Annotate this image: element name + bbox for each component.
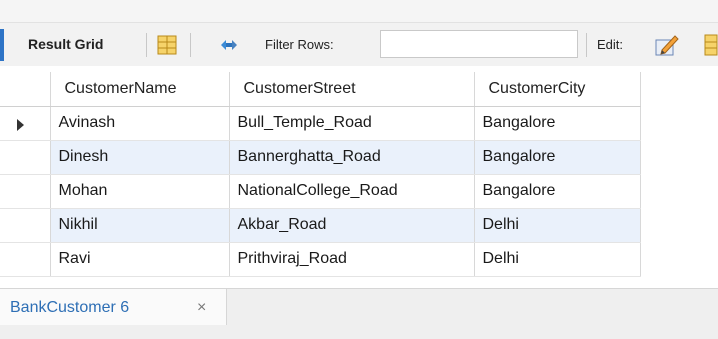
result-toolbar: Result Grid Filter Rows: Edit: [0,22,718,66]
refresh-icon[interactable] [218,35,240,55]
cell-customer-street[interactable]: Bull_Temple_Road [229,106,475,141]
table-row[interactable]: Avinash Bull_Temple_Road Bangalore [0,106,641,141]
table-row[interactable]: Nikhil Akbar_Road Delhi [0,208,641,243]
edit-label: Edit: [597,37,624,52]
result-grid[interactable]: CustomerName CustomerStreet CustomerCity… [0,66,718,288]
current-row-arrow-icon [17,118,24,131]
cell-customer-name[interactable]: Ravi [50,242,230,277]
tab-bankcustomer-6[interactable]: BankCustomer 6 × [0,289,227,325]
row-indicator[interactable] [0,174,51,209]
cell-customer-street[interactable]: Prithviraj_Road [229,242,475,277]
result-table: CustomerName CustomerStreet CustomerCity… [0,72,641,277]
result-grid-label[interactable]: Result Grid [28,36,103,52]
tab-label: BankCustomer 6 [10,299,130,316]
grid-icon[interactable] [157,35,177,55]
row-indicator[interactable] [0,242,51,277]
row-indicator[interactable] [0,140,51,175]
cell-customer-name[interactable]: Nikhil [50,208,230,243]
cell-customer-city[interactable]: Delhi [474,242,641,277]
result-tab-bar: BankCustomer 6 × [0,288,718,339]
toolbar-edge [0,29,4,61]
toolbar-separator [190,33,191,57]
grid-settings-icon[interactable] [704,33,718,57]
cell-customer-name[interactable]: Mohan [50,174,230,209]
edit-icon[interactable] [654,32,680,58]
row-indicator[interactable] [0,208,51,243]
filter-rows-label: Filter Rows: [265,37,334,52]
header-row: CustomerName CustomerStreet CustomerCity [0,72,641,107]
cell-customer-city[interactable]: Bangalore [474,174,641,209]
table-row[interactable]: Dinesh Bannerghatta_Road Bangalore [0,140,641,175]
toolbar-separator [586,33,587,57]
close-icon[interactable]: × [197,299,206,317]
cell-customer-name[interactable]: Dinesh [50,140,230,175]
table-row[interactable]: Mohan NationalCollege_Road Bangalore [0,174,641,209]
cell-customer-street[interactable]: Bannerghatta_Road [229,140,475,175]
filter-rows-input[interactable] [380,30,578,58]
cell-customer-city[interactable]: Bangalore [474,106,641,141]
table-row[interactable]: Ravi Prithviraj_Road Delhi [0,242,641,277]
toolbar-separator [146,33,147,57]
column-header-customername[interactable]: CustomerName [50,72,230,107]
column-header-customerstreet[interactable]: CustomerStreet [229,72,475,107]
cell-customer-street[interactable]: NationalCollege_Road [229,174,475,209]
cell-customer-name[interactable]: Avinash [50,106,230,141]
cell-customer-city[interactable]: Bangalore [474,140,641,175]
row-indicator[interactable] [0,106,51,141]
row-indicator-header [0,72,51,107]
cell-customer-city[interactable]: Delhi [474,208,641,243]
column-header-customercity[interactable]: CustomerCity [474,72,641,107]
cell-customer-street[interactable]: Akbar_Road [229,208,475,243]
